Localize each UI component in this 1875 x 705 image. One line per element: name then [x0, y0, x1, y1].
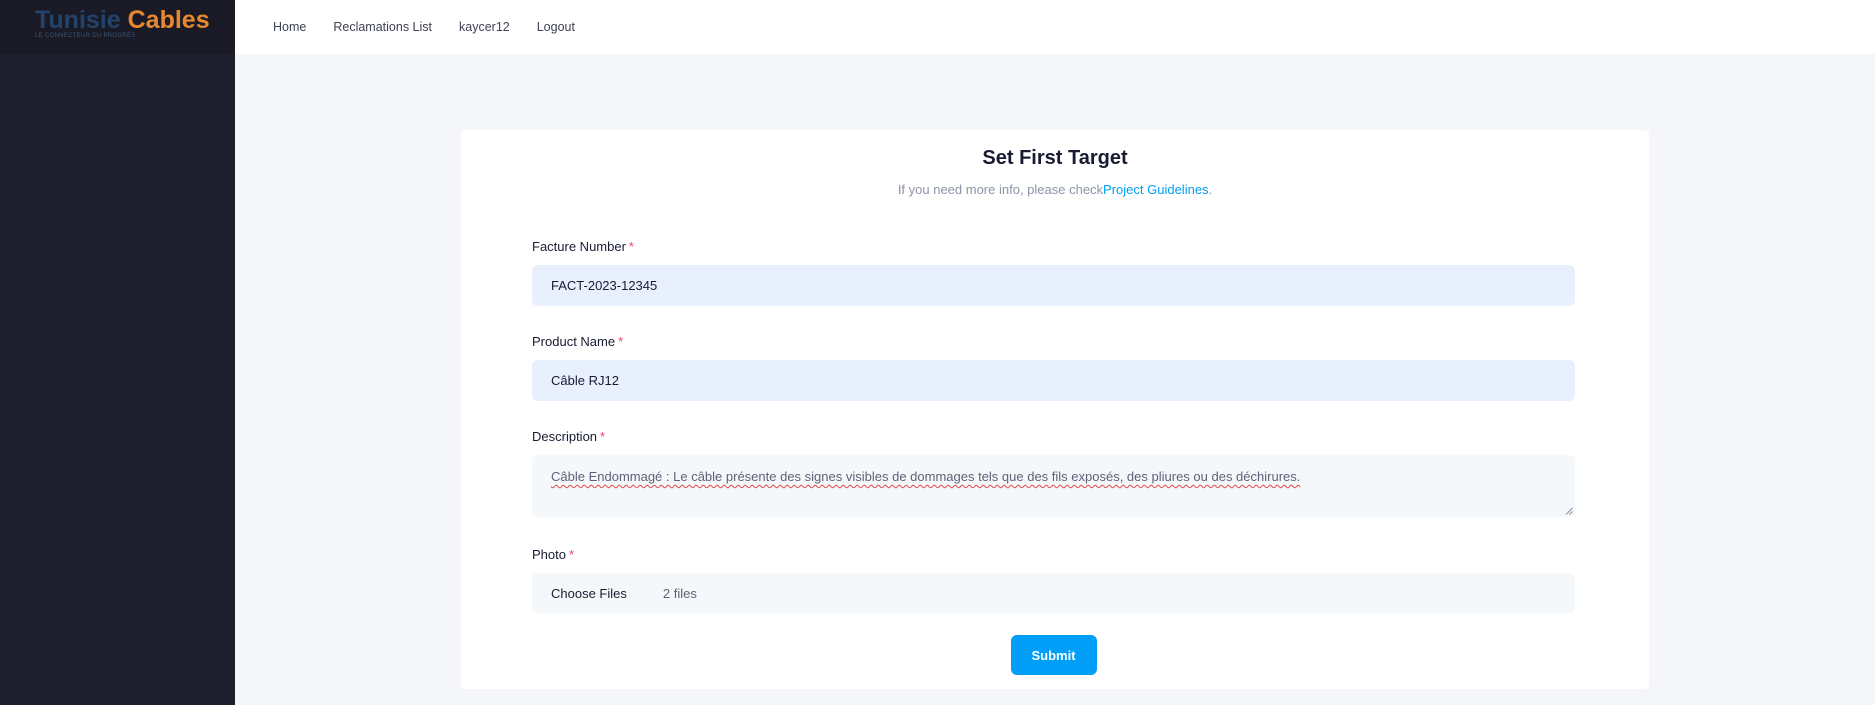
brand-word-1: Tunisie [35, 6, 121, 34]
files-count: 2 files [662, 585, 697, 601]
required-marker: * [568, 547, 575, 562]
required-marker: * [600, 429, 606, 444]
photo-file-input[interactable]: Choose Files 2 files [532, 573, 1575, 613]
subtitle-period: . [1208, 182, 1213, 197]
description-label-text: Description [532, 429, 598, 444]
page-title: Set First Target [982, 147, 1128, 169]
product-name-value: Câble RJ12 [551, 373, 619, 388]
facture-number-label-text: Facture Number [532, 239, 626, 254]
product-name-label-text: Product Name [532, 334, 616, 349]
brand-name: Tunisie Cables [35, 6, 235, 34]
page-subtitle: If you need more info, please checkProje… [461, 182, 1649, 197]
submit-row: Submit [532, 635, 1575, 675]
photo-label: Photo * [532, 546, 1575, 564]
description-label: Description * [532, 428, 1575, 446]
project-guidelines-link[interactable]: Project Guidelines [1103, 182, 1209, 197]
facture-number-label: Facture Number * [532, 238, 1575, 256]
reclamation-form: Facture Number * FACT-2023-12345 Product … [532, 238, 1575, 675]
photo-label-text: Photo [532, 547, 566, 562]
sidebar: Tunisie Cables LE CONNECTEUR DU PROGRÈS [0, 0, 235, 705]
form-card: Set First Target If you need more info, … [461, 130, 1649, 689]
nav-home-link[interactable]: Home [273, 20, 306, 34]
description-value: Câble Endommagé : Le câble présente des … [551, 469, 1301, 484]
top-navbar: Home Reclamations List kaycer12 Logout [235, 0, 1875, 54]
subtitle-text: If you need more info, please check [897, 182, 1104, 197]
brand-logo[interactable]: Tunisie Cables LE CONNECTEUR DU PROGRÈS [0, 0, 235, 53]
resize-handle-icon[interactable] [1565, 507, 1573, 515]
submit-button[interactable]: Submit [1010, 635, 1097, 675]
nav-user-link[interactable]: kaycer12 [459, 20, 510, 34]
nav-logout-link[interactable]: Logout [537, 20, 575, 34]
nav-reclamations-link[interactable]: Reclamations List [333, 20, 432, 34]
required-marker: * [618, 334, 624, 349]
facture-number-value: FACT-2023-12345 [551, 278, 658, 293]
description-textarea[interactable]: Câble Endommagé : Le câble présente des … [532, 455, 1575, 517]
brand-word-2: Cables [127, 6, 210, 34]
choose-files-button[interactable]: Choose Files [551, 586, 627, 601]
product-name-label: Product Name * [532, 333, 1575, 351]
required-marker: * [628, 239, 634, 254]
facture-number-input[interactable]: FACT-2023-12345 [532, 265, 1575, 306]
product-name-input[interactable]: Câble RJ12 [532, 360, 1575, 401]
